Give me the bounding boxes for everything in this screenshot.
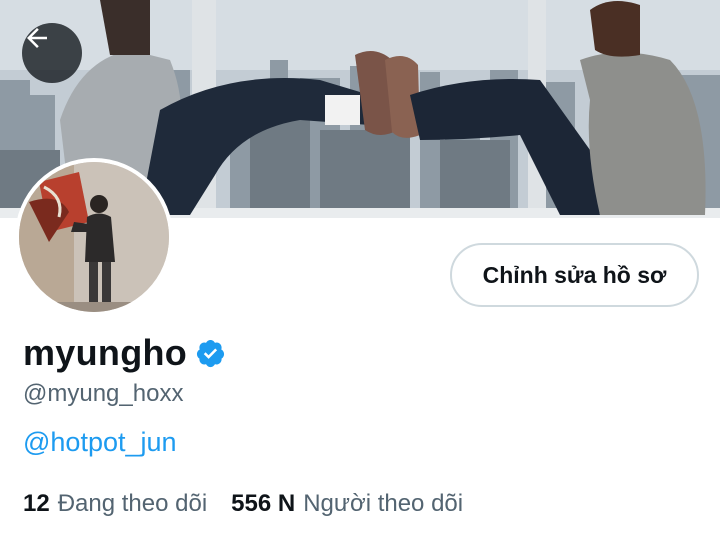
edit-profile-button[interactable]: Chỉnh sửa hồ sơ (450, 243, 699, 307)
avatar-photo (19, 162, 169, 312)
arrow-left-icon (27, 28, 47, 48)
back-button[interactable] (22, 23, 82, 83)
display-name-row: myungho (23, 332, 226, 374)
display-name: myungho (23, 332, 188, 373)
edit-profile-label: Chỉnh sửa hồ sơ (482, 261, 667, 288)
profile-avatar[interactable] (15, 158, 173, 316)
followers-stat[interactable]: 556 N Người theo dõi (231, 490, 463, 518)
bio-mention-link[interactable]: @hotpot_jun (23, 427, 177, 458)
following-label: Đang theo dõi (57, 490, 208, 517)
following-count: 12 (23, 490, 50, 517)
verified-badge-icon[interactable] (195, 338, 226, 369)
following-stat[interactable]: 12 Đang theo dõi (23, 490, 207, 518)
follow-stats: 12 Đang theo dõi 556 N Người theo dõi (23, 490, 463, 518)
followers-label: Người theo dõi (303, 490, 464, 517)
user-handle: @myung_hoxx (23, 380, 184, 407)
followers-count: 556 N (231, 490, 296, 517)
